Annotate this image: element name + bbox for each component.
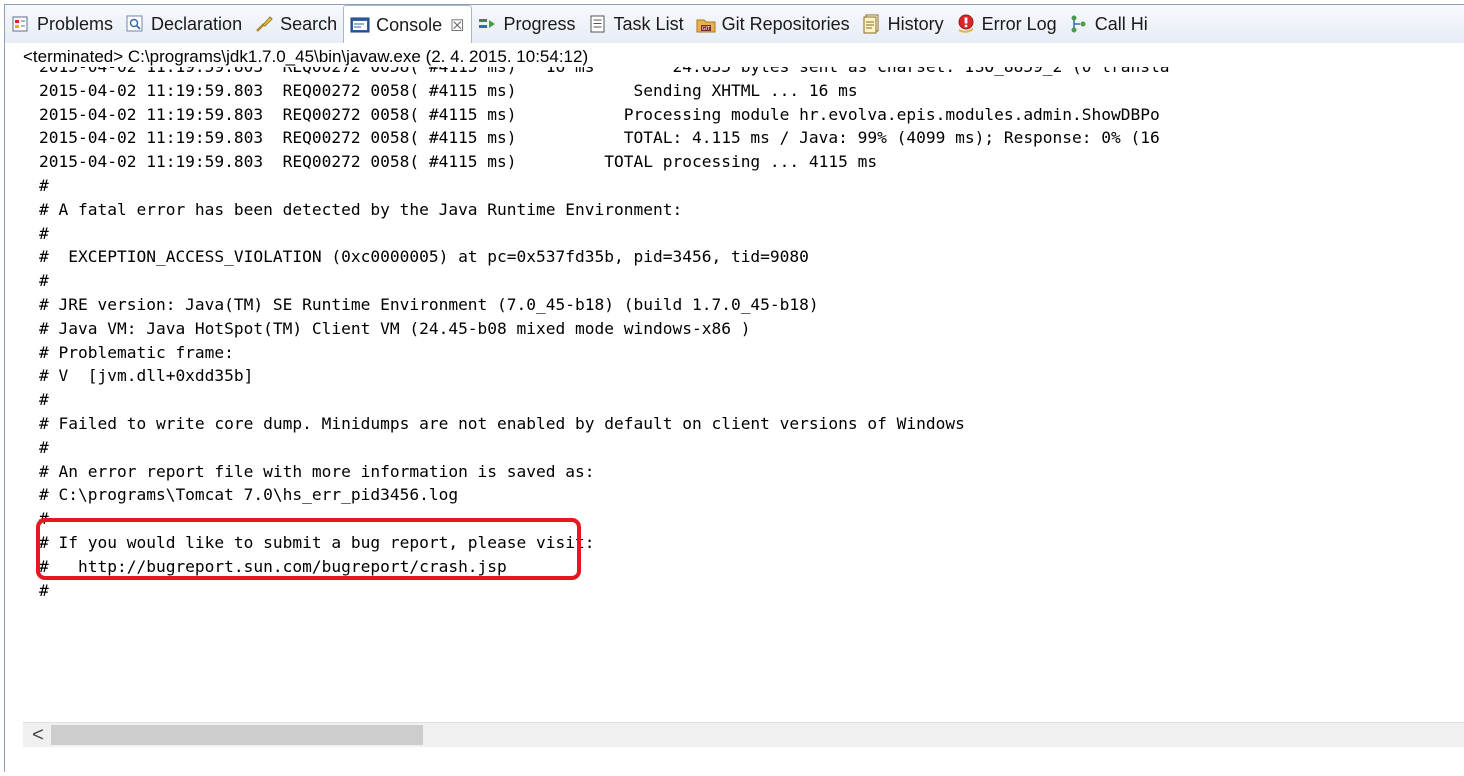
console-line: # [39, 437, 49, 457]
console-line: # A fatal error has been detected by the… [39, 199, 683, 219]
tab-label: History [887, 13, 944, 34]
git-repositories-icon: GIT [696, 14, 716, 34]
tab-label: Git Repositories [721, 13, 850, 34]
console-icon [350, 16, 370, 36]
console-line: # Problematic frame: [39, 342, 234, 362]
tab-search[interactable]: Search [248, 5, 343, 43]
error-log-icon [956, 14, 976, 34]
console-line: # EXCEPTION_ACCESS_VIOLATION (0xc0000005… [39, 247, 809, 267]
tab-label: Search [280, 13, 338, 34]
tab-label: Error Log [981, 13, 1057, 34]
tab-call-hierarchy[interactable]: Call Hi [1063, 5, 1154, 43]
declaration-icon [125, 14, 145, 34]
console-content: <terminated> C:\programs\jdk1.7.0_45\bin… [5, 43, 1464, 773]
console-line: # JRE version: Java(TM) SE Runtime Envir… [39, 294, 819, 314]
view-tab-bar: Problems Declaration Search Console ☒ Pr… [5, 5, 1464, 44]
close-icon[interactable]: ☒ [450, 16, 464, 36]
tab-label: Task List [613, 13, 684, 34]
tab-error-log[interactable]: Error Log [950, 5, 1063, 43]
console-line: # Failed to write core dump. Minidumps a… [39, 413, 965, 433]
tab-label: Problems [37, 13, 114, 34]
call-hierarchy-icon [1069, 14, 1089, 34]
console-line: # An error report file with more informa… [39, 461, 595, 481]
problems-icon [11, 14, 31, 34]
tab-task-list[interactable]: Task List [582, 5, 690, 43]
history-icon [862, 14, 882, 34]
console-line: 2015-04-02 11:19:59.803 REQ00272 0058( #… [39, 152, 878, 172]
progress-icon [478, 14, 498, 34]
console-line: 2015-04-02 11:19:59.803 REQ00272 0058( #… [39, 80, 858, 100]
scroll-left-button[interactable]: < [29, 723, 47, 747]
tab-problems[interactable]: Problems [5, 5, 119, 43]
console-line: # [39, 223, 49, 243]
console-line: 2015-04-02 11:19:59.803 REQ00272 0058( #… [39, 67, 1464, 79]
console-line: 2015-04-02 11:19:59.803 REQ00272 0058( #… [39, 128, 1160, 148]
console-line: # [39, 390, 49, 410]
tab-label: Call Hi [1094, 13, 1148, 34]
process-status: <terminated> C:\programs\jdk1.7.0_45\bin… [23, 47, 589, 66]
tab-declaration[interactable]: Declaration [119, 5, 248, 43]
svg-text:GIT: GIT [701, 26, 710, 32]
console-line: # Java VM: Java HotSpot(TM) Client VM (2… [39, 318, 751, 338]
tab-console[interactable]: Console ☒ [343, 5, 472, 43]
console-line: # V [jvm.dll+0xdd35b] [39, 366, 254, 386]
console-output[interactable]: 2015-04-02 11:19:59.803 REQ00272 0058( #… [39, 67, 1464, 727]
tab-label: Declaration [151, 13, 243, 34]
error-report-highlight [36, 518, 581, 580]
tab-progress[interactable]: Progress [472, 5, 582, 43]
console-line: # [39, 175, 49, 195]
tab-label: Progress [503, 13, 576, 34]
console-view: Problems Declaration Search Console ☒ Pr… [4, 4, 1464, 773]
console-line: # [39, 580, 49, 600]
console-line: # C:\programs\Tomcat 7.0\hs_err_pid3456.… [39, 485, 459, 505]
horizontal-scrollbar[interactable]: < [23, 722, 1464, 747]
task-list-icon [588, 14, 608, 34]
scrollbar-thumb[interactable] [51, 725, 423, 745]
tab-history[interactable]: History [856, 5, 950, 43]
tab-git-repositories[interactable]: GIT Git Repositories [690, 5, 856, 43]
tab-label: Console [376, 15, 443, 35]
console-line: # [39, 271, 49, 291]
search-icon [254, 14, 274, 34]
console-line: 2015-04-02 11:19:59.803 REQ00272 0058( #… [39, 104, 1160, 124]
